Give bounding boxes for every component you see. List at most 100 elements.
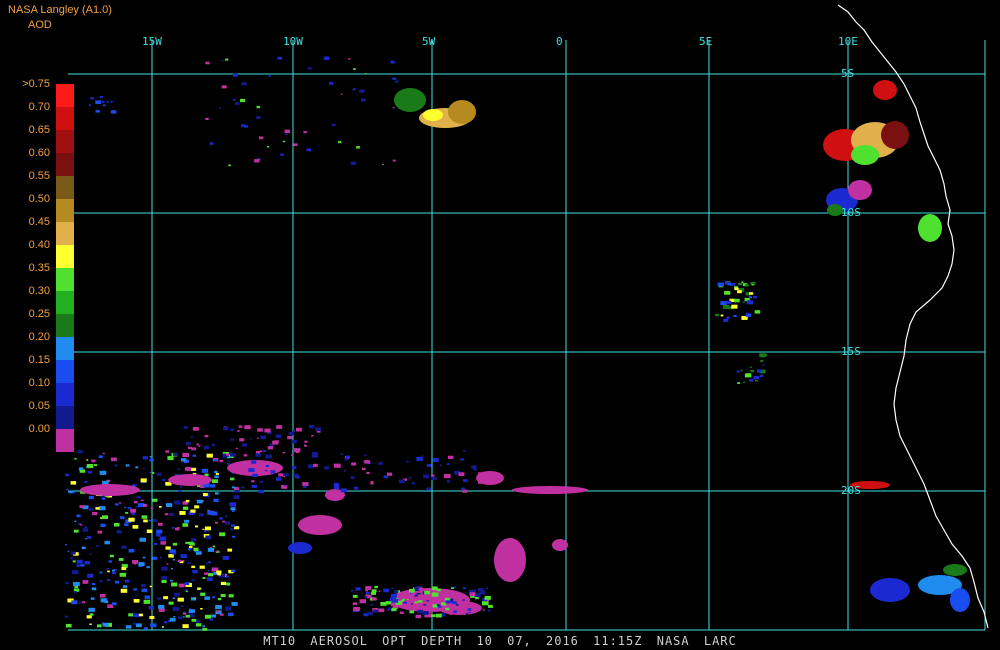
aod-pixel [292,466,297,469]
aod-map: 15W 10W 5W 0 5E 10E 5S 10S 15S 20S [65,4,989,631]
aod-pixel [97,624,102,628]
aod-pixel [749,366,752,368]
aod-pixel [195,551,202,555]
aod-pixel [424,590,430,595]
aod-pixel [324,466,330,470]
aod-pixel [360,98,366,102]
aod-pixel [110,110,117,114]
aod-pixel [340,453,343,455]
aod-pixel [65,543,68,546]
aod-pixel [173,453,178,456]
aod-pixel [231,602,235,604]
aod-pixel [178,489,182,492]
aod-pixel [393,590,399,593]
aod-pixel [70,557,73,560]
aod-pixel [191,618,197,622]
aod-pixel [86,464,94,469]
aod-pixel [174,527,180,531]
aod-pixel [331,123,336,127]
aod-pixel [156,472,162,476]
aod-pixel [422,611,429,615]
aod-pixel [284,484,287,486]
legend-swatch [56,314,74,337]
aod-pixel [452,601,457,605]
aod-data-overlay [65,56,970,631]
product-id: MT10 [263,634,297,648]
aod-pixel [749,379,754,382]
aod-pixel [224,521,230,525]
aod-pixel [453,610,457,613]
aod-pixel [378,590,381,592]
aod-pixel [230,428,235,431]
aod-pixel [182,616,185,618]
aod-pixel [232,73,238,77]
aod-pixel [142,456,148,460]
aod-pixel [79,469,86,473]
aod-pixel [159,506,162,508]
aod-pixel [166,503,173,507]
aod-pixel [95,109,100,113]
aod-pixel [215,492,219,495]
aod-patch [512,486,588,494]
aod-pixel [421,455,424,457]
aod-pixel [463,587,466,590]
legend-swatch [56,199,74,222]
aod-pixel [132,525,139,529]
aod-pixel [179,511,186,515]
aod-pixel [99,95,103,98]
aod-pixel [295,451,300,454]
aod-pixel [161,566,168,571]
aod-pixel [488,610,491,612]
aod-pixel [278,473,284,477]
aod-pixel [146,566,150,569]
aod-pixel [158,604,165,609]
aod-pixel [127,506,132,510]
aod-pixel [86,459,89,461]
aod-pixel [142,468,145,470]
aod-pixel [192,427,199,431]
aod-pixel [156,533,161,537]
aod-pixel [99,470,107,475]
aod-pixel [73,582,80,587]
aod-pixel [72,560,76,563]
aod-pixel [184,588,188,591]
aod-pixel [372,597,377,601]
aod-pixel [463,450,466,452]
aod-pixel [134,501,138,504]
aod-pixel [172,559,176,561]
aod-pixel [392,107,395,109]
aod-pixel [125,579,130,583]
aod-pixel [313,463,318,467]
aod-pixel [462,489,468,493]
aod-pixel [749,292,754,295]
aod-pixel [288,431,294,436]
aod-pixel [106,579,111,582]
aod-pixel [205,535,212,540]
aod-pixel [201,468,209,473]
aod-pixel [88,471,92,474]
aod-pixel [333,485,340,490]
aod-pixel [225,453,230,456]
aod-pixel [469,592,476,596]
aod-pixel [352,602,357,605]
aod-pixel [81,546,86,549]
aod-pixel [367,611,373,616]
aod-pixel [482,609,485,611]
aod-pixel [306,148,311,152]
aod-pixel [159,557,162,559]
aod-pixel [351,462,357,466]
aod-pixel [416,456,423,461]
aod-pixel [464,592,467,594]
aod-pixel [95,100,102,104]
aod-pixel [211,479,218,483]
aod-pixel [762,364,765,366]
aod-pixel [226,576,229,578]
legend-label: 0.70 [28,101,50,113]
aod-pixel [364,454,367,457]
aod-pixel [171,526,175,529]
aod-pixel [370,480,373,483]
legend-label: 0.35 [28,262,50,274]
aod-pixel [184,582,190,586]
aod-pixel [249,437,252,440]
aod-patch [851,145,879,165]
